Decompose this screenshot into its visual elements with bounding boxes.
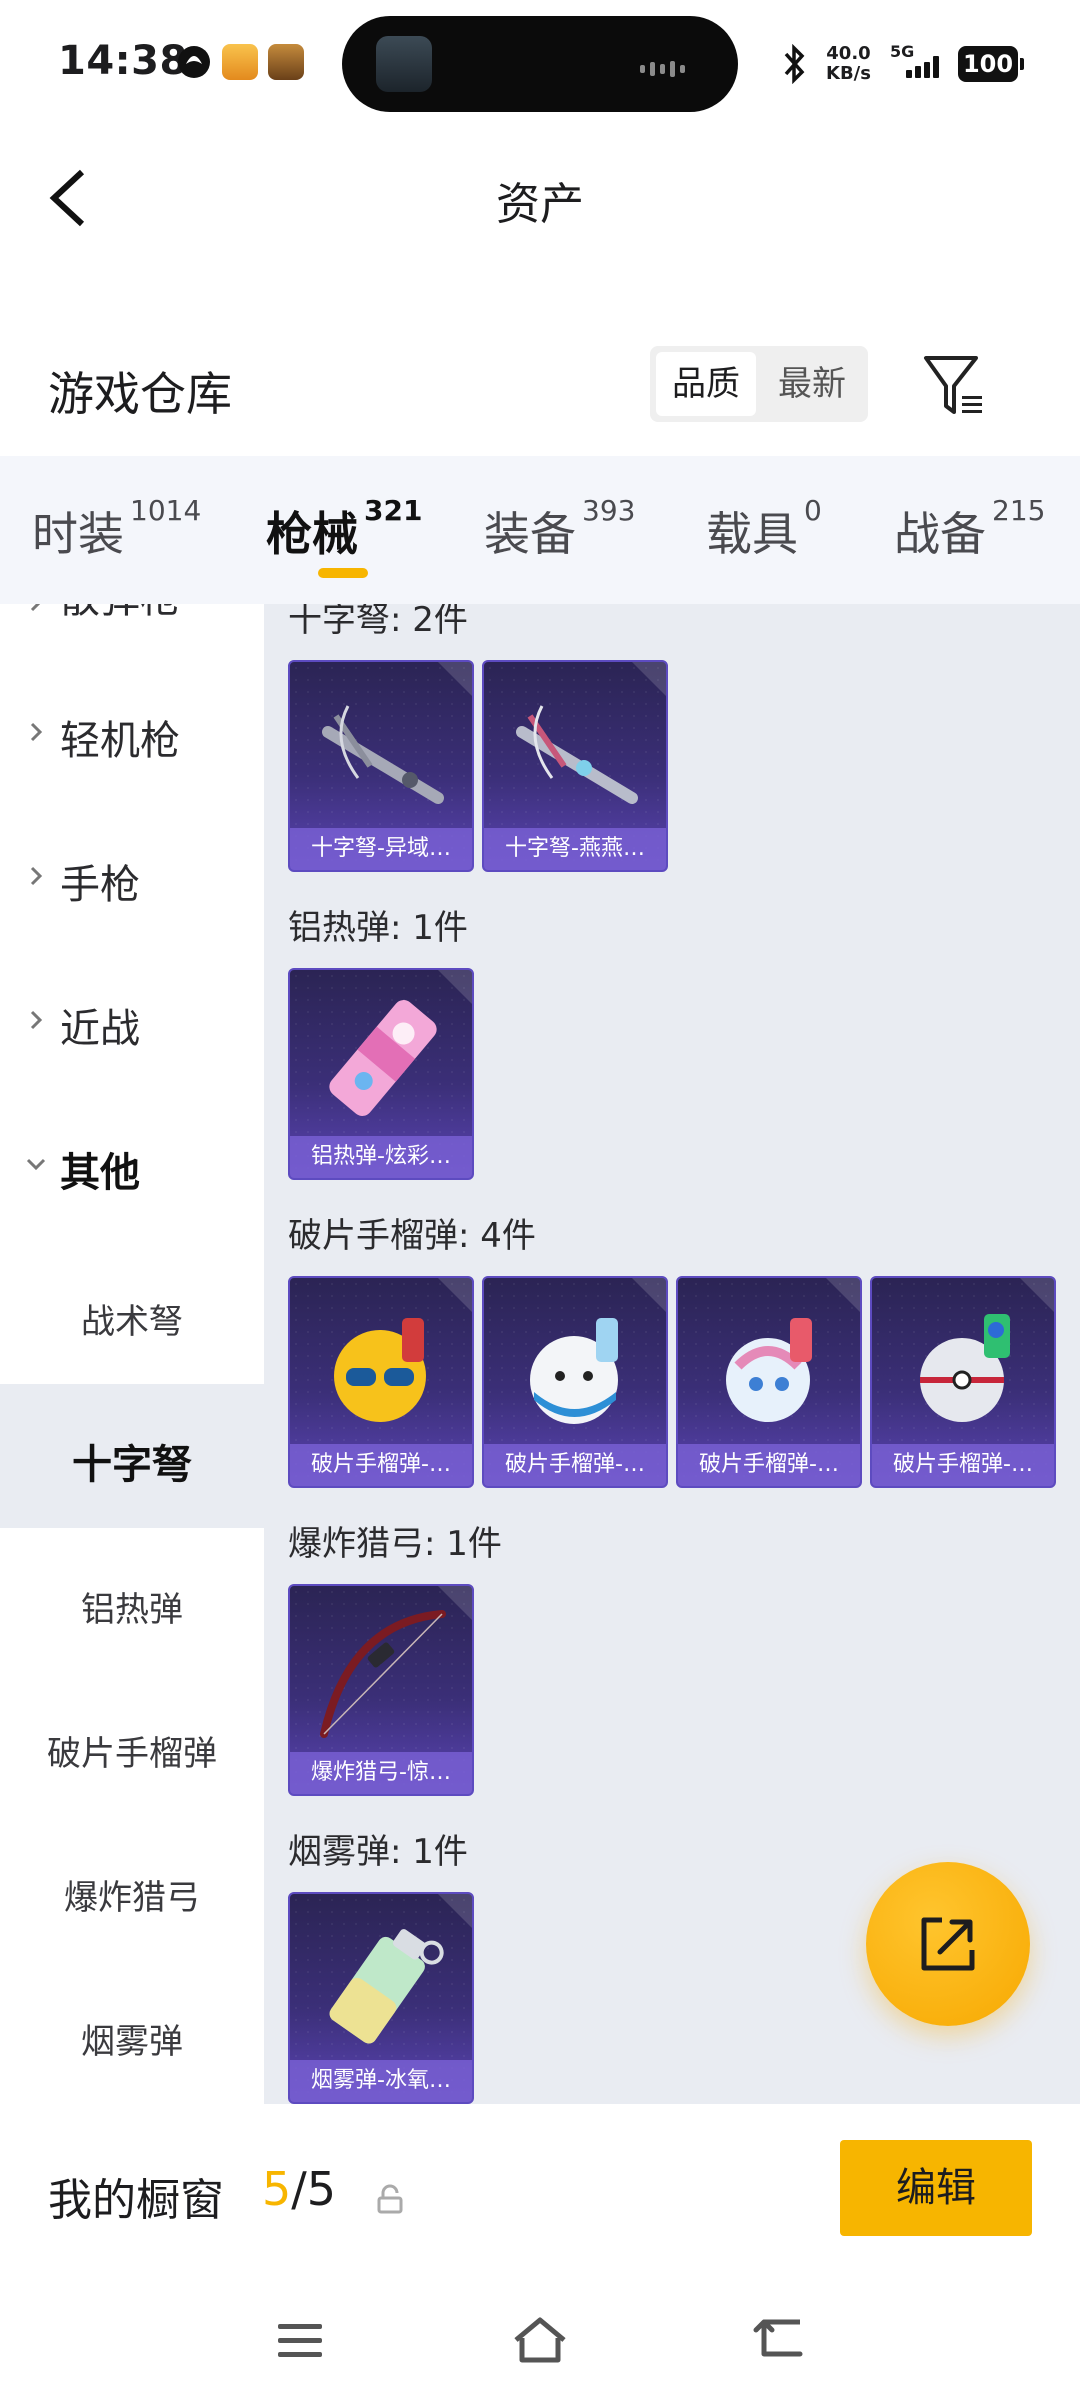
item-card[interactable]: 十字弩-异域…: [288, 660, 474, 872]
network-speed: 40.0 KB/s: [826, 43, 871, 84]
item-caption: 铝热弹-炫彩…: [290, 1136, 472, 1178]
showcase-label: 我的橱窗: [48, 2175, 224, 2226]
chevron-right-icon: [30, 866, 43, 886]
sidebar-subitem-crossbow[interactable]: 十字弩: [0, 1384, 264, 1528]
item-caption: 十字弩-异域…: [290, 828, 472, 870]
section-title: 游戏仓库: [48, 367, 232, 421]
item-caption: 破片手榴弹-…: [678, 1444, 860, 1486]
item-caption: 十字弩-燕燕…: [484, 828, 666, 870]
lock-icon: [377, 2184, 403, 2214]
group-title-smoke-grenade: 烟雾弹: 1件: [288, 1832, 468, 1872]
group-title-frag-grenade: 破片手榴弹: 4件: [288, 1216, 536, 1256]
crossbow-icon: [322, 705, 444, 804]
battery-icon: 100: [958, 46, 1024, 82]
showcase-count: 5/5: [262, 2162, 337, 2216]
sidebar-item-other[interactable]: 其他: [0, 1134, 264, 1196]
media-thumbnail: [376, 36, 432, 92]
game-app-icon: [268, 44, 304, 80]
home-icon[interactable]: [510, 2310, 570, 2370]
item-card[interactable]: 破片手榴弹-…: [676, 1276, 862, 1488]
signal-icon: [906, 56, 942, 78]
sort-quality-button[interactable]: 品质: [656, 352, 756, 416]
dynamic-island[interactable]: [342, 16, 738, 112]
bow-icon: [320, 1610, 446, 1738]
sidebar-item-pistol[interactable]: 手枪: [0, 846, 264, 908]
active-tab-indicator: [318, 568, 368, 578]
tab-vehicles[interactable]: 载具 0: [706, 494, 822, 564]
sidebar-item-label: 近战: [60, 1006, 140, 1052]
tab-equipment[interactable]: 装备 393: [484, 494, 635, 564]
sidebar-subitem-smoke-grenade[interactable]: 烟雾弹: [0, 2014, 264, 2063]
sidebar-item-lmg[interactable]: 轻机枪: [0, 702, 264, 764]
tab-fashion[interactable]: 时装 1014: [32, 494, 201, 564]
sidebar-item-melee[interactable]: 近战: [0, 990, 264, 1052]
game-app-icon: [222, 44, 258, 80]
menu-icon[interactable]: [270, 2310, 330, 2370]
item-card[interactable]: 破片手榴弹-…: [870, 1276, 1056, 1488]
sidebar-item-label: 轻机枪: [60, 718, 180, 764]
filter-icon[interactable]: [920, 352, 988, 420]
status-bar: 14:38 40.0 KB/s 5G 100: [0, 0, 1080, 130]
grenade-icon: [726, 1318, 812, 1422]
group-title-explosive-bow: 爆炸猎弓: 1件: [288, 1524, 502, 1564]
grenade-icon: [920, 1314, 1010, 1422]
sidebar-item-label: 其他: [60, 1150, 140, 1196]
tab-supplies[interactable]: 战备 215: [894, 494, 1045, 564]
item-caption: 破片手榴弹-…: [872, 1444, 1054, 1486]
thermite-grenade-icon: [329, 1000, 437, 1116]
edit-button[interactable]: 编辑: [840, 2140, 1032, 2236]
sidebar-subitem-tactical-crossbow[interactable]: 战术弩: [0, 1294, 264, 1343]
item-card[interactable]: 烟雾弹-冰氧…: [288, 1892, 474, 2104]
item-caption: 破片手榴弹-…: [484, 1444, 666, 1486]
item-card[interactable]: 破片手榴弹-…: [288, 1276, 474, 1488]
sidebar: 散弹枪 轻机枪 手枪 近战 其他 战术弩 十字弩 铝热弹 破片手榴弹 爆炸猎弓 …: [0, 604, 264, 2104]
system-nav-bar: [0, 2280, 1080, 2400]
tab-firearms[interactable]: 枪械 321: [266, 494, 422, 564]
item-card[interactable]: 破片手榴弹-…: [482, 1276, 668, 1488]
smoke-grenade-icon: [329, 1929, 444, 2044]
sort-newest-button[interactable]: 最新: [762, 352, 862, 416]
share-fab[interactable]: [866, 1862, 1030, 2026]
category-tabs: 时装 1014 枪械 321 装备 393 载具 0 战备 215: [0, 456, 1080, 604]
sidebar-subitem-thermite[interactable]: 铝热弹: [0, 1582, 264, 1631]
app-notification-icon: [178, 46, 210, 78]
sidebar-item-label: 手枪: [60, 862, 140, 908]
back-nav-icon[interactable]: [750, 2310, 810, 2370]
bluetooth-icon: [784, 44, 805, 84]
crossbow-icon: [516, 705, 638, 804]
item-card[interactable]: 爆炸猎弓-惊…: [288, 1584, 474, 1796]
sidebar-item-shotgun-partial[interactable]: 散弹枪: [0, 604, 264, 620]
chevron-right-icon: [30, 604, 41, 612]
audio-wave-icon: [640, 58, 700, 77]
chevron-right-icon: [30, 1010, 43, 1030]
group-title-thermite: 铝热弹: 1件: [288, 908, 468, 948]
status-time: 14:38: [58, 38, 188, 84]
grenade-icon: [530, 1318, 618, 1424]
group-title-crossbow: 十字弩: 2件: [288, 604, 468, 640]
sidebar-subitem-explosive-bow[interactable]: 爆炸猎弓: [0, 1870, 264, 1919]
item-caption: 爆炸猎弓-惊…: [290, 1752, 472, 1794]
page-title: 资产: [496, 179, 584, 230]
chevron-down-icon: [26, 1158, 46, 1171]
sort-toggle: 品质 最新: [650, 346, 868, 422]
chevron-right-icon: [30, 722, 43, 742]
item-caption: 烟雾弹-冰氧…: [290, 2060, 472, 2102]
sidebar-subitem-frag-grenade[interactable]: 破片手榴弹: [0, 1726, 264, 1775]
item-card[interactable]: 铝热弹-炫彩…: [288, 968, 474, 1180]
item-caption: 破片手榴弹-…: [290, 1444, 472, 1486]
grenade-icon: [334, 1318, 426, 1422]
item-card[interactable]: 十字弩-燕燕…: [482, 660, 668, 872]
share-icon: [921, 1917, 975, 1971]
